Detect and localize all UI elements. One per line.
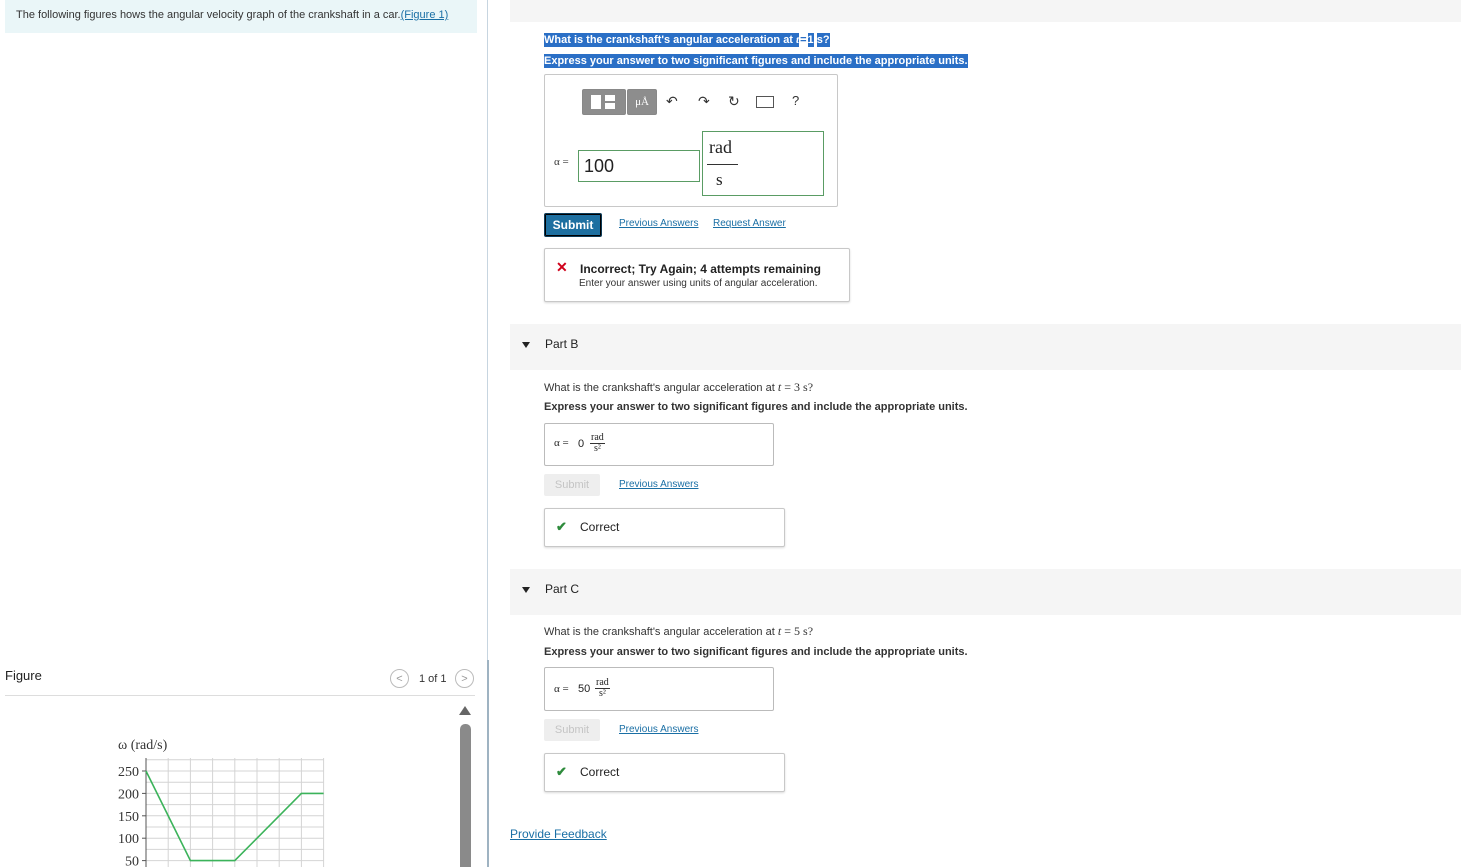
result-text: Correct xyxy=(580,520,620,534)
keyboard-icon[interactable] xyxy=(756,96,774,108)
question-unit: s? xyxy=(816,33,830,47)
question-eq: = xyxy=(799,33,808,47)
part-b-answer-box: α = 0 rad s² xyxy=(544,423,774,466)
value-input[interactable]: 100 xyxy=(578,150,700,182)
units-input[interactable]: rad s xyxy=(702,131,824,196)
chart-grid xyxy=(145,758,325,867)
answer-unit: rad s² xyxy=(590,433,605,454)
y-tick-label: 200 xyxy=(118,787,139,802)
angular-velocity-chart: ω (rad/s) 250 200 150 100 50 xyxy=(118,738,325,867)
unit-fraction-bar xyxy=(707,164,738,165)
help-icon[interactable]: ? xyxy=(792,93,799,108)
figure-prev-button[interactable]: < xyxy=(390,669,409,688)
intro-sentence: The following figures hows the angular v… xyxy=(16,9,401,21)
question-rest: = 3 s? xyxy=(784,380,814,394)
instruction-text: Express your answer to two significant f… xyxy=(544,54,968,68)
unit-numerator: rad xyxy=(709,137,732,157)
check-icon: ✔ xyxy=(556,519,567,534)
question-text: What is the crankshaft's angular acceler… xyxy=(544,382,775,394)
provide-feedback-link[interactable]: Provide Feedback xyxy=(510,827,607,841)
caret-down-icon xyxy=(522,587,530,593)
part-b-instruction: Express your answer to two significant f… xyxy=(544,401,968,413)
figure-pager: 1 of 1 xyxy=(419,673,447,685)
undo-icon[interactable]: ↶ xyxy=(666,93,678,110)
units-button[interactable]: μÅ xyxy=(627,89,657,115)
question-val: 1 xyxy=(807,33,814,47)
mu-angstrom-icon: μÅ xyxy=(635,96,649,108)
part-c-answer-box: α = 50 rad s² xyxy=(544,667,774,711)
figure-divider xyxy=(5,695,475,696)
part-a-previous-answers-link[interactable]: Previous Answers xyxy=(619,218,698,229)
part-b-label: Part B xyxy=(545,337,579,351)
part-a-submit-button[interactable]: Submit xyxy=(544,213,602,237)
figure-1-link[interactable]: (Figure 1) xyxy=(401,9,449,21)
part-c-previous-answers-link[interactable]: Previous Answers xyxy=(619,724,698,735)
part-b-header[interactable]: Part B xyxy=(510,324,1461,370)
alpha-label: α = xyxy=(554,156,569,168)
answer-value: 50 xyxy=(578,683,591,695)
part-b-question: What is the crankshaft's angular acceler… xyxy=(544,380,813,395)
reset-icon[interactable]: ↻ xyxy=(728,93,740,110)
part-c-feedback: ✔ Correct xyxy=(544,753,785,792)
answer-value: 0 xyxy=(578,438,585,450)
part-c-submit-button: Submit xyxy=(544,719,600,741)
y-axis-label: ω (rad/s) xyxy=(118,738,168,753)
scrollbar-thumb[interactable] xyxy=(460,724,471,867)
value-input-text: 100 xyxy=(584,156,615,176)
question-var: t xyxy=(777,624,782,638)
templates-button[interactable] xyxy=(582,89,626,115)
question-text: What is the crankshaft's angular acceler… xyxy=(544,626,775,638)
part-c-label: Part C xyxy=(545,582,580,596)
question-text: What is the crankshaft's angular acceler… xyxy=(544,33,793,47)
feedback-body: Enter your answer using units of angular… xyxy=(579,278,818,289)
caret-down-icon xyxy=(522,342,530,348)
part-b-submit-button: Submit xyxy=(544,474,600,496)
question-rest: = 5 s? xyxy=(784,624,814,638)
part-a-instruction: Express your answer to two significant f… xyxy=(544,51,968,69)
math-toolbar: μÅ ↶ ↷ ↻ ? xyxy=(580,87,824,117)
pane-divider-highlight xyxy=(487,660,489,867)
question-var: t xyxy=(777,380,782,394)
part-c-instruction: Express your answer to two significant f… xyxy=(544,646,968,658)
template-icon-part xyxy=(605,95,615,101)
figure-next-button[interactable]: > xyxy=(455,669,474,688)
part-c-question: What is the crankshaft's angular acceler… xyxy=(544,624,813,639)
template-icon xyxy=(591,95,601,109)
alpha-label: α = xyxy=(554,437,569,449)
error-x-icon: ✕ xyxy=(556,259,568,275)
part-a-question: What is the crankshaft's angular acceler… xyxy=(544,30,830,48)
figure-title: Figure xyxy=(5,668,42,683)
part-b-previous-answers-link[interactable]: Previous Answers xyxy=(619,479,698,490)
y-tick-label: 50 xyxy=(125,855,139,867)
alpha-label: α = xyxy=(554,683,569,695)
scroll-up-arrow[interactable] xyxy=(459,706,471,715)
unit-denominator: s² xyxy=(593,443,601,454)
chevron-right-icon: > xyxy=(461,672,468,685)
unit-denominator: s² xyxy=(598,688,606,699)
chevron-left-icon: < xyxy=(396,672,403,685)
y-tick-label: 250 xyxy=(118,765,139,780)
check-icon: ✔ xyxy=(556,764,567,779)
y-tick-label: 150 xyxy=(118,810,139,825)
unit-denominator: s xyxy=(716,170,723,189)
result-text: Correct xyxy=(580,765,620,779)
part-a-header xyxy=(510,0,1461,22)
redo-icon[interactable]: ↷ xyxy=(698,93,710,110)
feedback-title: Incorrect; Try Again; 4 attempts remaini… xyxy=(580,262,821,276)
part-c-header[interactable]: Part C xyxy=(510,569,1461,615)
answer-unit: rad s² xyxy=(595,678,610,699)
request-answer-link[interactable]: Request Answer xyxy=(713,218,786,229)
part-b-feedback: ✔ Correct xyxy=(544,508,785,547)
y-ticks: 250 200 150 100 50 xyxy=(118,765,146,867)
y-tick-label: 100 xyxy=(118,832,139,847)
part-a-feedback: ✕ Incorrect; Try Again; 4 attempts remai… xyxy=(544,248,850,302)
template-icon-part xyxy=(605,103,615,109)
intro-text: The following figures hows the angular v… xyxy=(16,9,448,21)
